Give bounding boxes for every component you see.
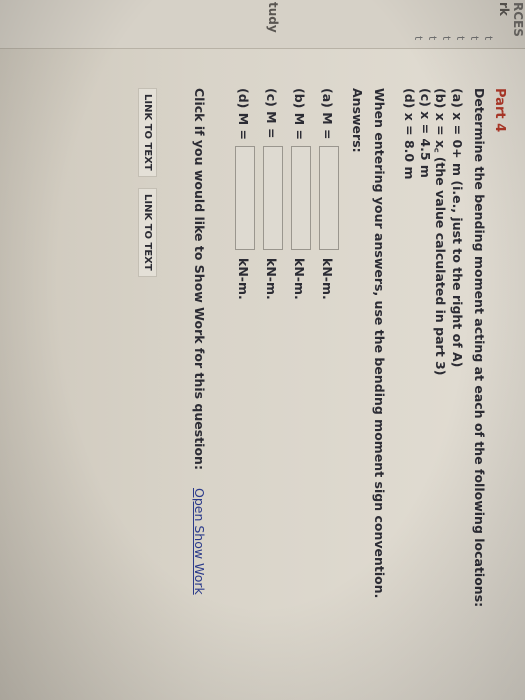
sidebar-item-mark[interactable]: t <box>454 36 467 40</box>
rotated-screen: RCES rk t t t t t t tudy Part 4 Determin… <box>0 0 525 700</box>
location-item: (d) x = 8.0 m <box>402 88 417 180</box>
location-item: (b) x = x꜀ (the value calculated in part… <box>433 88 448 376</box>
answer-c-unit: kN-m. <box>264 258 279 300</box>
answer-d-label: (d) M = <box>236 88 251 140</box>
answer-c-input[interactable] <box>263 146 283 250</box>
sidebar-item-mark[interactable]: t <box>482 36 495 40</box>
sidebar-resources-label[interactable]: RCES <box>511 2 525 37</box>
left-sidebar: RCES rk t t t t t t tudy <box>0 0 525 49</box>
answer-b-input[interactable] <box>291 146 311 250</box>
sidebar-study-label[interactable]: tudy <box>266 2 280 33</box>
sidebar-item-mark[interactable]: t <box>426 36 439 40</box>
answer-c-label: (c) M = <box>264 88 279 139</box>
link-to-text-button[interactable]: LINK TO TEXT <box>138 188 157 277</box>
open-show-work-link[interactable]: Open Show Work <box>192 488 207 595</box>
location-item: (a) x = 0+ m (i.e., just to the right of… <box>450 88 465 368</box>
answer-a-input[interactable] <box>319 146 339 250</box>
question-text: Determine the bending moment acting at e… <box>472 88 487 608</box>
answers-heading: Answers: <box>350 88 365 153</box>
sidebar-item-mark[interactable]: t <box>468 36 481 40</box>
answer-d-unit: kN-m. <box>236 258 251 300</box>
sidebar-item-mark[interactable]: t <box>412 36 425 40</box>
sidebar-work-label[interactable]: rk <box>497 2 511 16</box>
answer-b-unit: kN-m. <box>292 258 307 300</box>
answer-d-input[interactable] <box>235 146 255 250</box>
sign-convention-note: When entering your answers, use the bend… <box>372 88 387 599</box>
link-to-text-button[interactable]: LINK TO TEXT <box>138 88 157 177</box>
answer-a-label: (a) M = <box>320 88 335 140</box>
location-item: (c) x = 4.5 m <box>418 88 433 178</box>
part-title: Part 4 <box>492 88 507 133</box>
answer-a-unit: kN-m. <box>320 258 335 300</box>
show-work-prompt: Click if you would like to Show Work for… <box>192 88 207 470</box>
sidebar-item-mark[interactable]: t <box>440 36 453 40</box>
answer-b-label: (b) M = <box>292 88 307 140</box>
